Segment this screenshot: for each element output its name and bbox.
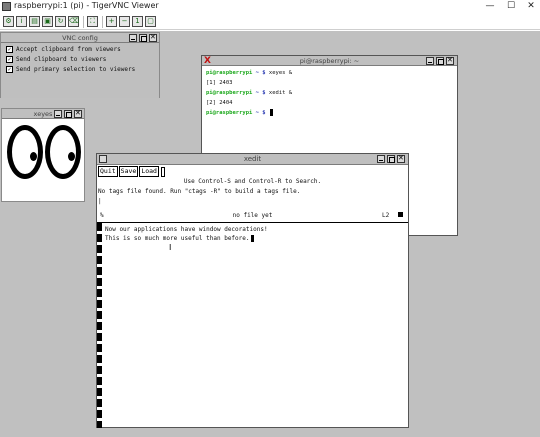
info-icon[interactable]: i [16,16,27,27]
text-cursor [250,235,254,242]
save-button[interactable]: Save [118,166,139,177]
vnc-config-body: ✓ Accept clipboard from viewers ✓ Send cli… [1,43,159,98]
refresh-icon[interactable]: ↻ [55,16,66,27]
close-icon[interactable] [446,56,454,65]
terminal-line: [2] 2404 [206,100,233,106]
viewer-title: raspberrypi:1 (pi) - TigerVNC Viewer [14,1,159,10]
edit-area[interactable]: Now our applications have window decorat… [97,222,408,428]
quit-button[interactable]: Quit [98,166,118,177]
zoom-out-icon[interactable]: − [119,16,130,27]
message-line: No tags file found. Run "ctags -R" to bu… [98,188,301,195]
viewer-titlebar: raspberrypi:1 (pi) - TigerVNC Viewer — ☐… [0,0,540,14]
message-area: Use Control-S and Control-R to Search. N… [97,177,408,207]
message-line: Use Control-S and Control-R to Search. [183,178,322,185]
terminal-line: pi@raspberrypi ~ $ xedit & [206,90,293,96]
close-icon[interactable] [397,154,405,163]
right-eye [45,125,81,179]
xeyes-window: xeyes [1,108,85,202]
file-name-label: no file yet [232,212,273,219]
xedit-menu: Quit Save Load [98,166,166,177]
checkbox[interactable]: ✓ [6,66,13,73]
screenshot-icon[interactable]: ▣ [42,16,53,27]
terminal-titlebar[interactable]: X pi@raspberrypi: ~ [202,56,457,66]
load-button[interactable]: Load [139,166,159,177]
terminal-cursor [269,109,273,116]
left-eye [7,125,43,179]
terminal-line: pi@raspberrypi ~ $ xeyes & [206,70,293,76]
option-send-clipboard[interactable]: ✓ Send clipboard to viewers [6,55,106,64]
maximize-icon[interactable] [139,34,147,42]
option-send-primary[interactable]: ✓ Send primary selection to viewers [6,65,135,74]
xedit-title: xedit [243,155,262,163]
maximize-icon[interactable] [436,57,444,65]
save-icon[interactable]: ▤ [29,16,40,27]
zoom-in-icon[interactable]: + [106,16,117,27]
scrollbar[interactable] [97,223,102,428]
close-button[interactable]: ✕ [525,1,537,13]
minimize-icon[interactable] [54,110,62,118]
toolbar-separator [102,16,103,28]
xedit-titlebar[interactable]: xedit [97,154,408,165]
minimize-icon[interactable] [129,34,137,42]
toolbar-separator [83,16,84,28]
close-icon[interactable] [149,33,157,42]
maximize-button[interactable]: ☐ [505,1,517,13]
vnc-app-icon [2,2,11,11]
vnc-config-window: VNC config ✓Accept clipboard from viewer… [0,32,160,98]
mouse-ibeam-cursor: I [169,243,172,252]
text-line: Now our applications have window decorat… [105,226,268,233]
checkbox[interactable]: ✓ [6,56,13,63]
close-icon[interactable] [74,109,82,118]
option-accept-clipboard[interactable]: ✓ Accept clipboard from viewers [6,45,121,54]
maximize-icon[interactable] [387,155,395,163]
maximize-icon[interactable] [64,110,72,118]
message-line: | [98,198,102,205]
zoom-fit-icon[interactable]: ▢ [145,16,156,27]
fullscreen-icon[interactable]: ⛶ [87,16,98,27]
line-number: L2 [382,212,390,219]
checkbox[interactable]: ✓ [6,46,13,53]
left-pupil [30,152,37,161]
zoom-reset-icon[interactable]: 1 [132,16,143,27]
terminal-line: pi@raspberrypi ~ $ [206,108,453,118]
xedit-window: xedit Quit Save Load Use Control-S and C… [96,153,409,428]
minimize-icon[interactable] [426,57,434,65]
viewer-toolbar: ⚙ i ▤ ▣ ↻ ⌫ ⛶ + − 1 ▢ [0,14,540,30]
status-block [398,212,403,217]
filename-field[interactable] [160,166,165,177]
edit-text[interactable]: Now our applications have window decorat… [105,225,268,243]
ctrl-alt-del-icon[interactable]: ⌫ [68,16,79,27]
minimize-button[interactable]: — [484,1,496,13]
vnc-config-titlebar[interactable]: VNC config [1,33,159,43]
terminal-title: pi@raspberrypi: ~ [299,57,360,65]
text-line: This is so much more useful than before. [105,234,268,243]
options-icon[interactable]: ⚙ [3,16,14,27]
xeyes-titlebar[interactable]: xeyes [2,109,84,119]
terminal-line: [1] 2403 [206,80,233,86]
right-pupil [68,152,75,161]
status-bar: % no file yet L2 [97,210,408,221]
minimize-icon[interactable] [377,155,385,163]
remote-desktop[interactable]: VNC config ✓Accept clipboard from viewer… [0,31,540,437]
